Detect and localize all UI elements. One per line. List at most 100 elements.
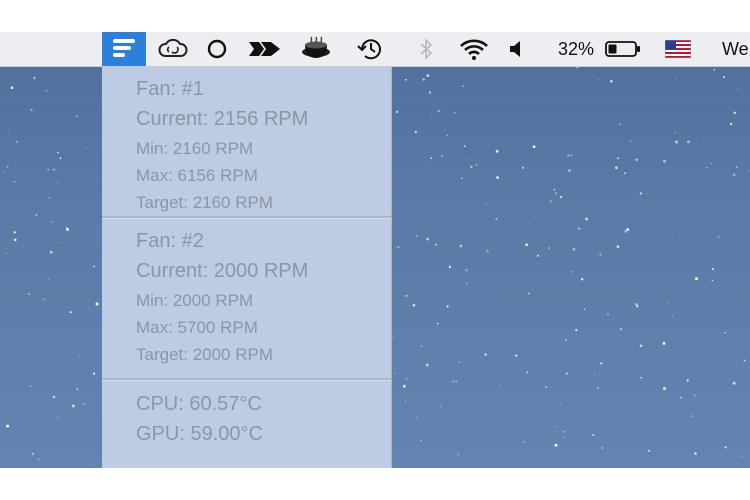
star	[14, 238, 17, 242]
star	[662, 387, 666, 390]
wifi-menu-item[interactable]	[456, 32, 492, 66]
star	[571, 270, 574, 273]
star	[689, 346, 691, 348]
star	[528, 292, 530, 295]
star	[722, 76, 725, 79]
star	[455, 380, 458, 383]
star	[525, 243, 528, 247]
star	[559, 403, 561, 405]
star	[691, 415, 694, 417]
star	[414, 131, 417, 134]
battery-icon	[605, 41, 640, 57]
star	[478, 346, 480, 348]
star	[425, 363, 429, 367]
star	[706, 167, 708, 169]
star	[559, 195, 563, 199]
fan-title: Fan: #2	[136, 230, 204, 252]
star	[45, 90, 48, 92]
star	[672, 316, 673, 318]
star	[743, 446, 744, 448]
star	[737, 87, 739, 89]
star	[52, 168, 56, 171]
star	[3, 171, 5, 174]
star	[42, 298, 45, 301]
star	[402, 384, 406, 388]
star	[28, 293, 31, 296]
time-machine-menu-item[interactable]	[353, 32, 387, 66]
star	[397, 246, 400, 249]
star	[620, 328, 623, 331]
star	[600, 362, 603, 365]
star	[475, 164, 478, 166]
fan-target-rpm: Target: 2160 RPM	[136, 193, 274, 212]
star	[626, 228, 630, 231]
star	[404, 400, 406, 402]
coffee-menu-item[interactable]	[298, 32, 334, 66]
circle-icon	[207, 39, 227, 59]
star	[563, 430, 566, 433]
star	[457, 453, 459, 456]
fan-monitor-menu-item[interactable]	[102, 32, 146, 66]
star	[671, 233, 673, 235]
star	[461, 177, 463, 180]
star	[550, 200, 552, 202]
us-flag-icon	[665, 40, 691, 58]
star	[629, 140, 632, 142]
star	[95, 302, 99, 306]
star	[687, 140, 690, 144]
arrow-menu-item[interactable]	[245, 32, 285, 66]
star	[695, 277, 698, 281]
volume-menu-item[interactable]	[504, 32, 528, 66]
star	[429, 161, 431, 163]
battery-fill	[608, 44, 617, 54]
star	[431, 114, 433, 116]
star	[610, 80, 613, 83]
wifi-icon	[460, 39, 488, 60]
star	[647, 449, 650, 452]
star	[485, 203, 487, 205]
fan-1-section: Fan: #1 Current: 2156 RPM Min: 2160 RPM …	[102, 67, 391, 216]
star	[597, 387, 599, 389]
fan-min-rpm: Min: 2160 RPM	[136, 139, 254, 158]
clock-label[interactable]: We	[722, 32, 750, 66]
star	[601, 447, 604, 449]
fan-min-rpm: Min: 2000 RPM	[136, 291, 254, 310]
star	[635, 158, 638, 162]
star	[66, 227, 69, 231]
volume-icon	[510, 41, 520, 57]
battery-menu-item[interactable]	[602, 32, 644, 66]
star	[409, 233, 411, 235]
star	[93, 372, 96, 375]
star	[555, 192, 558, 195]
star	[13, 180, 16, 183]
input-source-menu-item[interactable]	[662, 32, 694, 66]
star	[616, 245, 620, 249]
star	[61, 242, 63, 244]
star	[565, 372, 569, 375]
star	[575, 328, 578, 332]
star	[572, 247, 576, 251]
star	[395, 110, 399, 114]
star	[436, 322, 439, 325]
star	[743, 359, 746, 362]
star	[465, 269, 468, 272]
star	[48, 277, 50, 280]
star	[13, 231, 16, 234]
star	[675, 140, 678, 144]
menu-bar: 32% We	[0, 32, 750, 67]
star	[454, 112, 456, 114]
star	[405, 377, 408, 380]
star	[56, 182, 58, 184]
star	[10, 86, 14, 90]
bluetooth-menu-item[interactable]	[414, 32, 438, 66]
battery-percent-label[interactable]: 32%	[552, 32, 600, 66]
circle-menu-item[interactable]	[203, 32, 231, 66]
star	[663, 159, 666, 163]
star	[85, 147, 87, 149]
star	[640, 376, 642, 379]
star	[735, 166, 738, 169]
star	[446, 134, 449, 137]
star	[470, 165, 473, 168]
star	[37, 458, 40, 461]
creative-cloud-menu-item[interactable]	[156, 32, 190, 66]
